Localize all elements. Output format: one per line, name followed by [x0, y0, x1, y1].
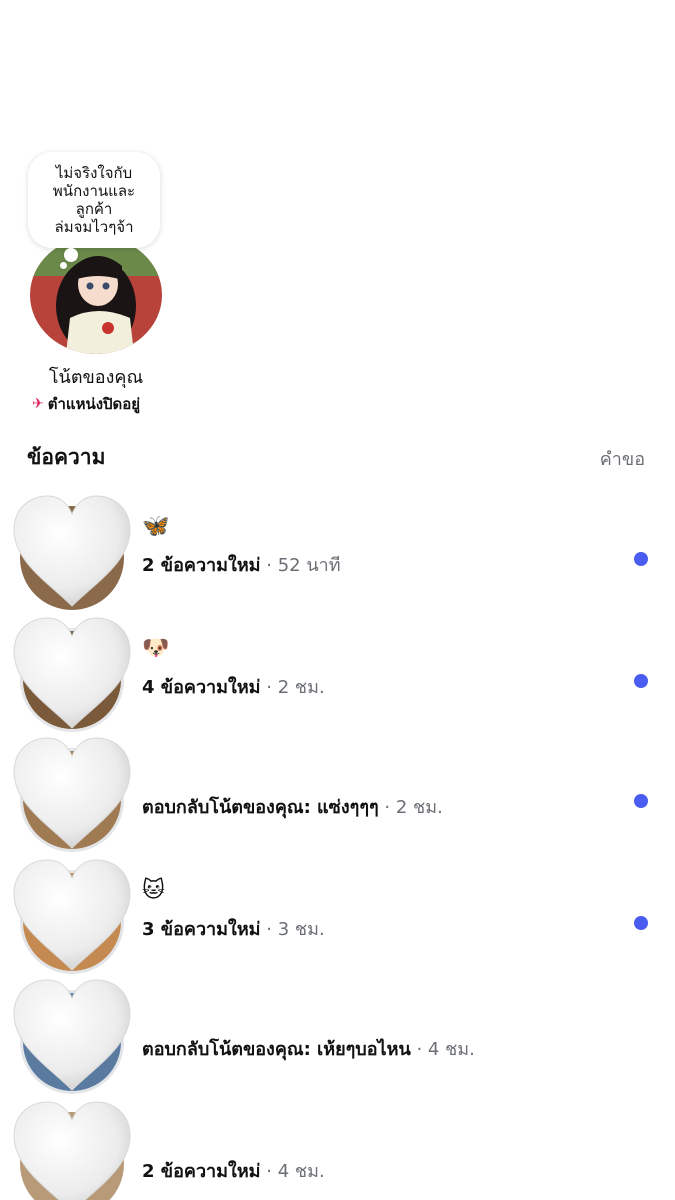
- thread-row[interactable]: 🦋 2 ข้อความใหม่ · 52 นาที: [0, 492, 675, 612]
- thread-time: · 4 ชม.: [260, 1161, 325, 1182]
- thread-preview-main: ตอบกลับโน้ตของคุณ: เห้ยๆบอไหน: [142, 1039, 411, 1060]
- thread-avatar[interactable]: [13, 979, 131, 1094]
- heart-icon: [13, 859, 131, 971]
- thread-avatar[interactable]: [13, 495, 131, 610]
- requests-link[interactable]: คำขอ: [600, 444, 645, 473]
- your-note[interactable]: ไม่จริงใจกับ พนักงานและ ลูกค้า ล่มจมไวๆจ…: [0, 140, 200, 420]
- thread-note-emoji: 🐱: [142, 878, 165, 903]
- thread-time: · 52 นาที: [260, 555, 341, 576]
- note-avatar[interactable]: [30, 236, 162, 354]
- location-status[interactable]: ✈ ตำแหน่งปิดอยู่: [32, 392, 140, 416]
- location-status-text: ตำแหน่งปิดอยู่: [47, 395, 141, 413]
- unread-dot: [634, 794, 648, 808]
- thread-avatar[interactable]: [13, 617, 131, 732]
- thread-preview-main: 2 ข้อความใหม่: [142, 1161, 261, 1182]
- thread-preview: ตอบกลับโน้ตของคุณ: เห้ยๆบอไหน · 4 ชม.: [142, 1034, 475, 1063]
- thread-row[interactable]: ตอบกลับโน้ตของคุณ: แซ่งๆๆๆ · 2 ชม.: [0, 734, 675, 854]
- unread-dot: [634, 674, 648, 688]
- thread-preview-main: 3 ข้อความใหม่: [142, 919, 261, 940]
- thread-time: · 4 ชม.: [410, 1039, 475, 1060]
- thread-avatar[interactable]: [13, 1101, 131, 1200]
- thread-preview: ตอบกลับโน้ตของคุณ: แซ่งๆๆๆ · 2 ชม.: [142, 792, 443, 821]
- heart-icon: [13, 495, 131, 607]
- unread-dot: [634, 552, 648, 566]
- heart-icon: [13, 617, 131, 729]
- thread-row[interactable]: 2 ข้อความใหม่ · 4 ชม.: [0, 1098, 675, 1200]
- note-bubble-tail-small: [60, 262, 67, 269]
- thread-preview: 2 ข้อความใหม่ · 52 นาที: [142, 550, 341, 579]
- thread-row[interactable]: 🐶 4 ข้อความใหม่ · 2 ชม.: [0, 614, 675, 734]
- thread-preview-main: 4 ข้อความใหม่: [142, 677, 261, 698]
- thread-avatar[interactable]: [13, 859, 131, 974]
- thread-note-emoji: 🐶: [142, 636, 170, 661]
- thread-preview-main: ตอบกลับโน้ตของคุณ: แซ่งๆๆๆ: [142, 797, 379, 818]
- note-label: โน้ตของคุณ: [48, 367, 144, 388]
- thread-preview: 4 ข้อความใหม่ · 2 ชม.: [142, 672, 325, 701]
- thread-preview: 2 ข้อความใหม่ · 4 ชม.: [142, 1156, 325, 1185]
- thread-row[interactable]: 🐱 3 ข้อความใหม่ · 3 ชม.: [0, 856, 675, 976]
- thread-preview: 3 ข้อความใหม่ · 3 ชม.: [142, 914, 325, 943]
- heart-icon: [13, 737, 131, 849]
- thread-avatar[interactable]: [13, 737, 131, 852]
- heart-icon: [13, 1101, 131, 1200]
- thread-time: · 2 ชม.: [260, 677, 325, 698]
- location-off-icon: ✈: [32, 396, 44, 412]
- unread-dot: [634, 916, 648, 930]
- heart-icon: [13, 979, 131, 1091]
- thread-time: · 3 ชม.: [260, 919, 325, 940]
- thread-time: · 2 ชม.: [378, 797, 443, 818]
- note-bubble-tail: [64, 248, 78, 262]
- thread-note-emoji: 🦋: [142, 514, 170, 539]
- thread-row[interactable]: ตอบกลับโน้ตของคุณ: เห้ยๆบอไหน · 4 ชม.: [0, 976, 675, 1096]
- note-bubble-text: ไม่จริงใจกับ พนักงานและ ลูกค้า ล่มจมไวๆจ…: [52, 164, 136, 236]
- note-bubble[interactable]: ไม่จริงใจกับ พนักงานและ ลูกค้า ล่มจมไวๆจ…: [28, 152, 160, 248]
- thread-preview-main: 2 ข้อความใหม่: [142, 555, 261, 576]
- messages-title: ข้อความ: [27, 445, 106, 469]
